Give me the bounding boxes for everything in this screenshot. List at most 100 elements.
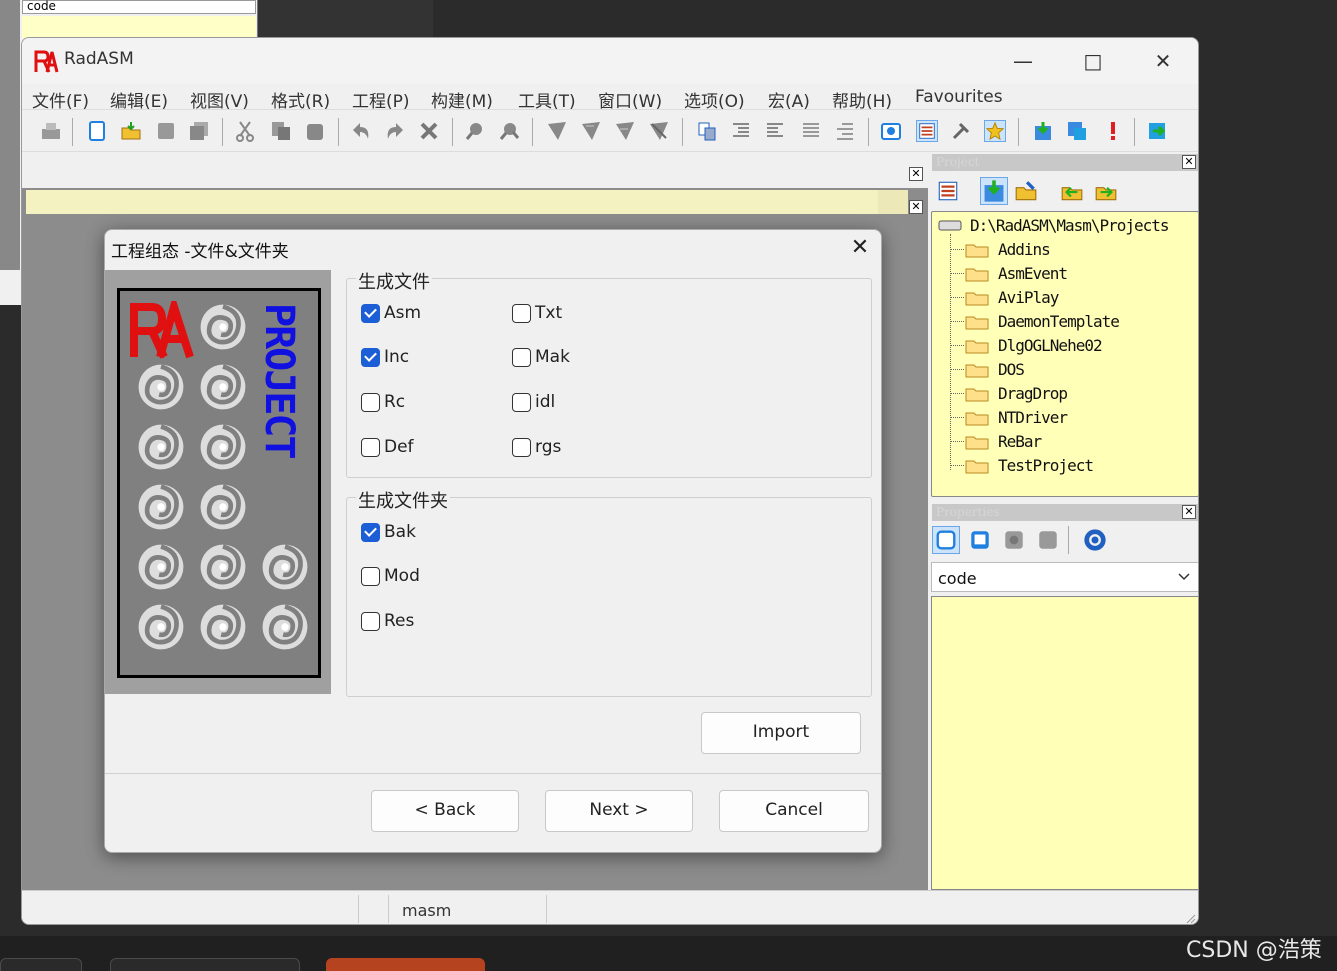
checkbox-mod[interactable]: Mod <box>361 566 420 586</box>
close-icon[interactable]: ✕ <box>1140 44 1186 78</box>
project-browser-icon[interactable] <box>880 120 902 142</box>
properties-list[interactable] <box>931 596 1198 890</box>
checkbox-rgs[interactable]: rgs <box>512 437 561 457</box>
new-file-icon[interactable] <box>86 120 108 142</box>
checkbox-idl[interactable]: idl <box>512 392 555 412</box>
close-icon[interactable]: ✕ <box>909 167 923 181</box>
menu-macro[interactable]: 宏(A) <box>768 87 810 112</box>
menu-options[interactable]: 选项(O) <box>684 87 745 112</box>
refresh-icon[interactable] <box>1082 527 1108 553</box>
close-icon[interactable]: ✕ <box>909 200 923 214</box>
tree-folder-item[interactable]: NTDriver <box>998 408 1068 427</box>
checkbox-def[interactable]: Def <box>361 437 414 457</box>
cancel-button[interactable]: Cancel <box>719 790 869 832</box>
indent-icon[interactable] <box>696 120 718 142</box>
tree-folder-item[interactable]: DragDrop <box>998 384 1068 403</box>
tree-folder-item[interactable]: AviPlay <box>998 288 1059 307</box>
redo-icon[interactable] <box>384 120 406 142</box>
checkbox-bak[interactable]: Bak <box>361 522 416 542</box>
project-tree[interactable]: D:\RadASM\Masm\Projects Addins AsmEvent Av… <box>931 211 1198 497</box>
properties-code-icon[interactable] <box>932 526 960 554</box>
editor-scroll-area[interactable] <box>878 190 908 214</box>
checkbox-unchecked-icon[interactable] <box>512 437 531 457</box>
find-icon[interactable] <box>464 120 486 142</box>
checkbox-unchecked-icon[interactable] <box>361 437 380 457</box>
tree-folder-item[interactable]: AsmEvent <box>998 264 1068 283</box>
back-button[interactable]: < Back <box>371 790 519 832</box>
build-icon[interactable] <box>1066 120 1088 142</box>
checkbox-unchecked-icon[interactable] <box>512 392 531 412</box>
checkbox-mak[interactable]: Mak <box>512 347 570 367</box>
align-icon[interactable] <box>834 120 856 142</box>
minimize-icon[interactable]: — <box>1000 44 1046 78</box>
checkbox-checked-icon[interactable] <box>361 522 380 542</box>
checkbox-res[interactable]: Res <box>361 611 414 631</box>
tools-icon[interactable] <box>950 120 972 142</box>
folder-up-icon[interactable] <box>1060 179 1084 203</box>
close-icon[interactable]: ✕ <box>1182 505 1196 519</box>
properties-data-icon[interactable] <box>968 528 992 552</box>
checkbox-unchecked-icon[interactable] <box>361 392 380 412</box>
properties-combo[interactable]: code <box>931 562 1198 592</box>
menu-file[interactable]: 文件(F) <box>32 87 89 112</box>
checkbox-txt[interactable]: Txt <box>512 303 562 323</box>
close-icon[interactable]: ✕ <box>845 233 875 263</box>
tree-folder-item[interactable]: DaemonTemplate <box>998 312 1120 331</box>
checkbox-unchecked-icon[interactable] <box>512 303 531 323</box>
menu-help[interactable]: 帮助(H) <box>832 87 892 112</box>
tree-folder-item[interactable]: Addins <box>998 240 1051 259</box>
paste-icon[interactable] <box>304 120 326 142</box>
checkbox-unchecked-icon[interactable] <box>361 611 380 631</box>
bookmark-prev-icon[interactable] <box>614 120 636 142</box>
taskbar-item-active[interactable] <box>326 958 485 971</box>
uncomment-icon[interactable] <box>764 120 786 142</box>
menu-tools[interactable]: 工具(T) <box>518 87 576 112</box>
checkbox-inc[interactable]: Inc <box>361 347 409 367</box>
folder-next-icon[interactable] <box>1094 179 1118 203</box>
project-view-icon[interactable] <box>916 120 938 142</box>
maximize-icon[interactable]: □ <box>1070 44 1116 78</box>
save-icon[interactable] <box>155 120 177 142</box>
cut-icon[interactable] <box>234 120 256 142</box>
favourite-icon[interactable] <box>984 120 1006 142</box>
menu-format[interactable]: 格式(R) <box>271 87 330 112</box>
assemble-icon[interactable] <box>1032 120 1054 142</box>
open-file-icon[interactable] <box>120 120 142 142</box>
menu-edit[interactable]: 编辑(E) <box>110 87 168 112</box>
properties-struct-icon[interactable] <box>1036 528 1060 552</box>
menu-build[interactable]: 构建(M) <box>431 87 493 112</box>
properties-const-icon[interactable] <box>1002 528 1026 552</box>
taskbar-item[interactable] <box>110 958 300 971</box>
delete-icon[interactable] <box>418 120 440 142</box>
print-icon[interactable] <box>40 120 62 142</box>
comment-icon[interactable] <box>730 120 752 142</box>
copy-icon[interactable] <box>270 120 292 142</box>
menu-project[interactable]: 工程(P) <box>352 87 410 112</box>
bookmark-toggle-icon[interactable] <box>546 120 568 142</box>
project-list-icon[interactable] <box>936 179 960 203</box>
menu-view[interactable]: 视图(V) <box>190 87 249 112</box>
tree-root[interactable]: D:\RadASM\Masm\Projects <box>970 216 1170 235</box>
menu-favourites[interactable]: Favourites <box>915 87 1003 107</box>
checkbox-asm[interactable]: Asm <box>361 303 421 323</box>
next-button[interactable]: Next > <box>545 790 693 832</box>
tree-folder-item[interactable]: DlgOGLNehe02 <box>998 336 1103 355</box>
bookmark-next-icon[interactable] <box>580 120 602 142</box>
bookmark-clear-icon[interactable] <box>648 120 670 142</box>
export-icon[interactable] <box>1146 120 1168 142</box>
undo-icon[interactable] <box>350 120 372 142</box>
tree-folder-item[interactable]: ReBar <box>998 432 1042 451</box>
checkbox-rc[interactable]: Rc <box>361 392 405 412</box>
background-combo[interactable]: code <box>22 0 256 14</box>
checkbox-checked-icon[interactable] <box>361 303 380 323</box>
taskbar-item[interactable] <box>0 958 82 971</box>
resize-grip-icon[interactable] <box>1184 912 1196 924</box>
checkbox-unchecked-icon[interactable] <box>512 347 531 367</box>
save-all-icon[interactable] <box>188 120 210 142</box>
outdent-icon[interactable] <box>800 120 822 142</box>
project-add-icon[interactable] <box>980 177 1008 205</box>
checkbox-unchecked-icon[interactable] <box>361 566 380 586</box>
project-open-icon[interactable] <box>1014 179 1038 203</box>
close-icon[interactable]: ✕ <box>1182 155 1196 169</box>
checkbox-checked-icon[interactable] <box>361 347 380 367</box>
